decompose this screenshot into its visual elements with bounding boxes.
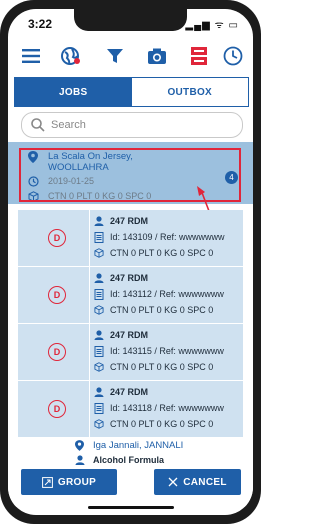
list-item[interactable]: D 247 RDM Id: 143118 / Ref: wwwwwww CTN … — [18, 381, 243, 438]
stop-totals: CTN 0 PLT 0 KG 0 SPC 0 — [110, 305, 214, 315]
phone-frame: 3:22 ▂▄▆ ᯤ ▭ JOBS OUTBOX Search La Scala… — [0, 0, 261, 524]
tab-jobs[interactable]: JOBS — [15, 78, 132, 106]
status-circle: D — [48, 286, 66, 304]
menu-icon[interactable] — [16, 41, 46, 71]
person-icon — [75, 455, 85, 465]
stop-ref: Id: 143109 / Ref: wwwwwww — [110, 232, 225, 242]
person-icon — [94, 273, 104, 283]
list-item[interactable]: D 247 RDM Id: 143115 / Ref: wwwwwww CTN … — [18, 324, 243, 381]
next-job-row[interactable]: Iga Jannali, JANNALI Alcohol Formula — [18, 438, 243, 469]
group-icon — [42, 476, 53, 488]
stop-totals: CTN 0 PLT 0 KG 0 SPC 0 — [110, 362, 214, 372]
search-icon — [31, 118, 45, 132]
divider — [89, 324, 90, 380]
location-pin-icon — [75, 440, 84, 451]
status-circle: D — [48, 229, 66, 247]
search-input[interactable]: Search — [21, 112, 243, 138]
document-icon — [94, 403, 104, 414]
stop-customer: 247 RDM — [110, 216, 149, 226]
person-icon — [94, 330, 104, 340]
document-icon — [94, 346, 104, 357]
group-button-label: GROUP — [57, 476, 97, 488]
filter-icon[interactable] — [100, 41, 130, 71]
status-circle: D — [48, 400, 66, 418]
next-job-name: Iga Jannali, JANNALI — [93, 440, 184, 451]
divider — [89, 381, 90, 437]
stop-ref: Id: 143118 / Ref: wwwwwww — [110, 403, 224, 413]
cancel-button[interactable]: CANCEL — [154, 469, 241, 495]
box-icon — [94, 248, 104, 258]
list-item[interactable]: D 247 RDM Id: 143112 / Ref: wwwwwww CTN … — [18, 267, 243, 324]
clock-icon[interactable] — [218, 41, 248, 71]
home-indicator — [88, 506, 174, 509]
stop-ref: Id: 143112 / Ref: wwwwwww — [110, 289, 224, 299]
cancel-button-label: CANCEL — [183, 476, 227, 488]
stop-customer: 247 RDM — [110, 273, 149, 283]
person-icon — [94, 387, 104, 397]
globe-icon[interactable] — [56, 41, 86, 71]
toolbar — [8, 41, 253, 71]
box-icon — [94, 419, 104, 429]
job-row[interactable]: La Scala On Jersey, WOOLLAHRA 2019-01-25… — [8, 142, 253, 241]
next-job-customer: Alcohol Formula — [93, 455, 165, 465]
server-icon[interactable] — [184, 41, 214, 71]
tab-bar: JOBS OUTBOX — [14, 77, 249, 107]
job-list: La Scala On Jersey, WOOLLAHRA 2019-01-25… — [8, 142, 253, 469]
group-button[interactable]: GROUP — [21, 469, 117, 495]
camera-icon[interactable] — [142, 41, 172, 71]
stop-totals: CTN 0 PLT 0 KG 0 SPC 0 — [110, 419, 214, 429]
document-icon — [94, 289, 104, 300]
divider — [89, 267, 90, 323]
status-time: 3:22 — [28, 17, 53, 31]
list-item[interactable]: D 247 RDM Id: 143109 / Ref: wwwwwww CTN … — [18, 210, 243, 267]
divider — [89, 210, 90, 266]
document-icon — [94, 232, 104, 243]
person-icon — [94, 216, 104, 226]
notch — [74, 9, 187, 31]
status-circle: D — [48, 343, 66, 361]
search-placeholder: Search — [51, 119, 86, 131]
stop-ref: Id: 143115 / Ref: wwwwwww — [110, 346, 224, 356]
action-bar: GROUP CANCEL — [8, 467, 253, 507]
stop-customer: 247 RDM — [110, 387, 149, 397]
box-icon — [94, 362, 104, 372]
box-icon — [94, 305, 104, 315]
status-icons: ▂▄▆ ᯤ ▭ — [185, 20, 239, 31]
stop-customer: 247 RDM — [110, 330, 149, 340]
stop-totals: CTN 0 PLT 0 KG 0 SPC 0 — [110, 248, 214, 258]
close-icon — [168, 477, 178, 487]
tab-outbox[interactable]: OUTBOX — [131, 78, 248, 106]
app-screen: 3:22 ▂▄▆ ᯤ ▭ JOBS OUTBOX Search La Scala… — [8, 9, 253, 515]
